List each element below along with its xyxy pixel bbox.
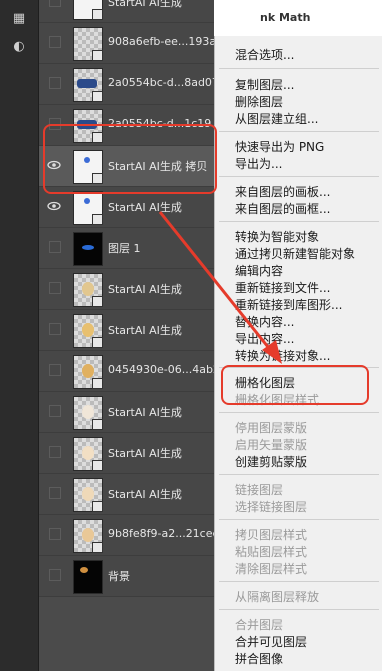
annotation-arrow-icon [158,211,282,364]
